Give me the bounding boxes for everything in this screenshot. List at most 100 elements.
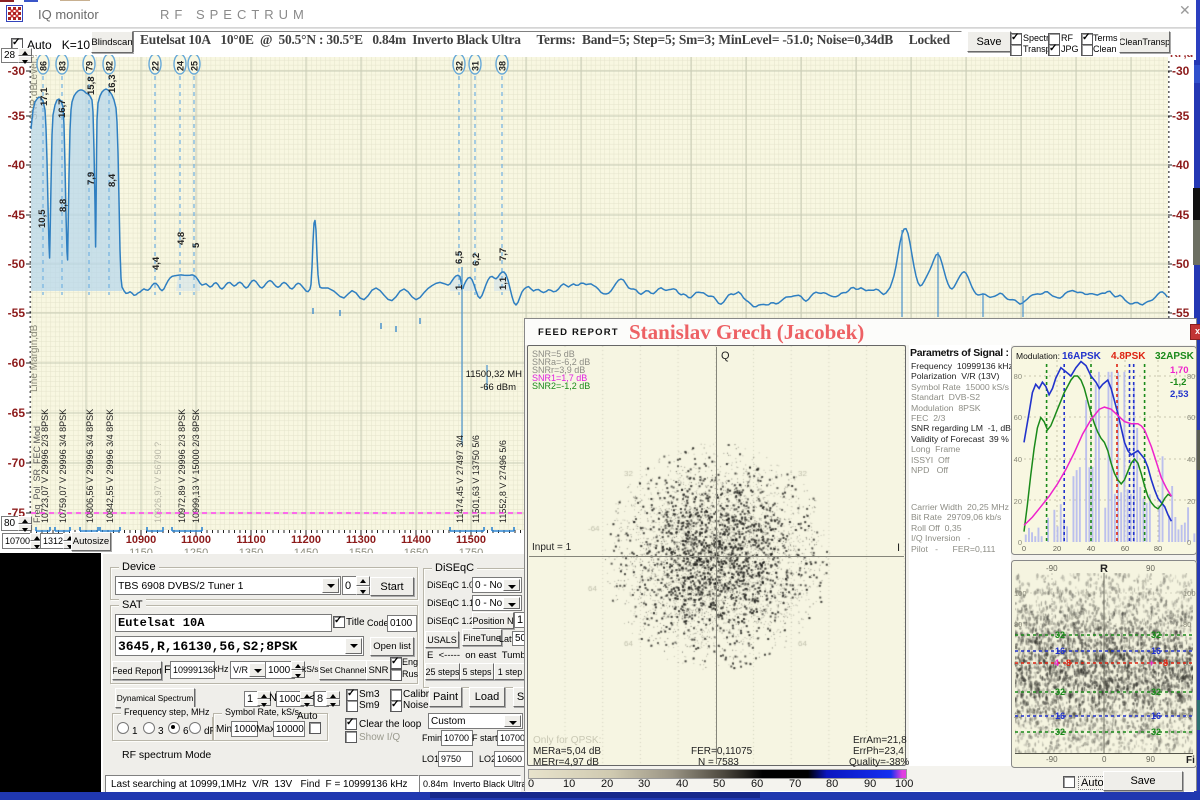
svg-text:32: 32 [1055,727,1065,737]
svg-text:16: 16 [1055,711,1065,721]
svg-text:16APSK: 16APSK [1062,351,1102,362]
svg-text:8,8: 8,8 [58,199,69,212]
svg-text:-45: -45 [1172,208,1190,222]
svg-text:20: 20 [1014,497,1022,506]
svg-text:1,1: 1,1 [498,276,509,290]
svg-text:-30: -30 [1172,64,1190,78]
svg-text:16: 16 [1055,646,1065,656]
svg-text:100: 100 [1014,589,1027,598]
svg-text:7,9: 7,9 [86,172,97,185]
svg-text:16,3: 16,3 [107,75,118,94]
svg-text:83: 83 [58,61,68,71]
svg-text:20: 20 [1053,544,1061,553]
svg-text:7,7: 7,7 [498,248,509,261]
svg-text:6,2: 6,2 [471,253,482,266]
svg-text:-66 dBm: -66 dBm [480,382,516,393]
svg-text:11300: 11300 [346,534,376,546]
svg-text:60: 60 [1014,413,1022,422]
svg-text:-50: -50 [1172,257,1190,271]
svg-text:32: 32 [1151,630,1161,640]
svg-text:60: 60 [1121,544,1129,553]
svg-text:1: 1 [454,284,465,290]
svg-text:25: 25 [190,61,200,71]
svg-text:80: 80 [1183,620,1191,629]
svg-text:+: + [1149,658,1154,668]
svg-text:1,70: 1,70 [1170,365,1189,376]
svg-text:32: 32 [1055,630,1065,640]
svg-text:-65: -65 [8,406,26,420]
svg-text:16: 16 [1151,711,1161,721]
svg-text:20: 20 [1187,497,1195,506]
svg-text:38: 38 [498,61,508,71]
svg-text:11474,45 V 27497 3/4: 11474,45 V 27497 3/4 [455,435,465,523]
svg-text:40: 40 [1187,455,1195,464]
svg-text:-55: -55 [8,306,26,320]
svg-text:16,7: 16,7 [57,100,68,119]
svg-text:31: 31 [471,61,481,71]
svg-text:10999,13 V 15000 2/3 8PSK: 10999,13 V 15000 2/3 8PSK [191,409,201,523]
svg-text:11000: 11000 [181,534,211,546]
svg-text:32APSK: 32APSK [1155,351,1195,362]
svg-text:0: 0 [1102,755,1107,764]
svg-text:11552,8 V 27496 5/6: 11552,8 V 27496 5/6 [498,440,508,523]
svg-text:10759,07 V 29996 3/4 8PSK: 10759,07 V 29996 3/4 8PSK [58,409,68,523]
svg-text:11500,32 MH: 11500,32 MH [466,369,522,380]
svg-text:24: 24 [176,61,186,71]
svg-text:11400: 11400 [401,534,431,546]
svg-text:80: 80 [1014,620,1022,629]
svg-text:40: 40 [1087,544,1095,553]
svg-text:11200: 11200 [291,534,321,546]
svg-text:32: 32 [455,61,465,71]
svg-text:-70: -70 [8,456,26,470]
svg-text:2,53: 2,53 [1170,389,1189,400]
svg-text:8,4: 8,4 [107,173,118,187]
svg-text:11500: 11500 [456,534,486,546]
svg-text:10972,89 V 29996 2/3 8PSK: 10972,89 V 29996 2/3 8PSK [177,409,187,523]
svg-text:32: 32 [1151,687,1161,697]
svg-text:10842,55 V 29996 3/4 8PSK: 10842,55 V 29996 3/4 8PSK [105,409,115,523]
svg-text:90: 90 [1146,564,1155,573]
svg-text:5: 5 [191,242,202,248]
svg-text:-60: -60 [8,356,26,370]
svg-text:-1,2: -1,2 [1170,377,1186,388]
svg-text:4,4: 4,4 [151,256,162,270]
svg-text:11501,63 V 13750 5/6: 11501,63 V 13750 5/6 [471,435,481,523]
svg-text:-40: -40 [8,158,26,172]
svg-text:22: 22 [151,61,161,71]
svg-text:Modulation:: Modulation: [1016,351,1060,361]
svg-text:79: 79 [85,61,95,71]
svg-text:4.8PSK: 4.8PSK [1111,351,1146,362]
svg-text:-90: -90 [1046,755,1058,764]
svg-text:Line Margin,dB: Line Margin,dB [29,324,40,392]
svg-text:100: 100 [1183,589,1196,598]
svg-text:8: 8 [1163,658,1168,668]
svg-text:82: 82 [105,61,115,71]
svg-text:80: 80 [1154,544,1162,553]
svg-text:10926,97 V 56790 ?: 10926,97 V 56790 ? [153,442,163,523]
svg-text:11100: 11100 [236,534,265,546]
svg-text:80: 80 [1014,372,1022,381]
svg-text:10,5: 10,5 [37,209,48,228]
svg-text:10723,07 V 29996 2/3 8PSK: 10723,07 V 29996 2/3 8PSK [40,409,50,523]
svg-text:-45: -45 [8,208,26,222]
svg-text:40: 40 [1014,455,1022,464]
svg-text:-90: -90 [1046,564,1058,573]
svg-text:60: 60 [1187,413,1195,422]
svg-text:90: 90 [1146,755,1155,764]
svg-text:-40: -40 [1172,158,1190,172]
svg-text:6,5: 6,5 [454,250,465,264]
svg-text:RF,d: RF,d [1170,55,1193,60]
svg-text:10900: 10900 [126,534,157,546]
svg-text:32: 32 [1151,727,1161,737]
svg-text:0: 0 [1187,538,1191,547]
svg-text:-35: -35 [1172,109,1190,123]
svg-text:4,8: 4,8 [176,232,187,245]
svg-text:16: 16 [1151,646,1161,656]
svg-text:-30: -30 [8,64,26,78]
svg-text:8: 8 [1066,658,1071,668]
svg-text:17,1: 17,1 [39,87,50,106]
svg-text:-50: -50 [8,257,26,271]
svg-text:4: 4 [1054,658,1059,668]
svg-text:0: 0 [1022,544,1026,553]
svg-text:15,8: 15,8 [86,77,97,96]
